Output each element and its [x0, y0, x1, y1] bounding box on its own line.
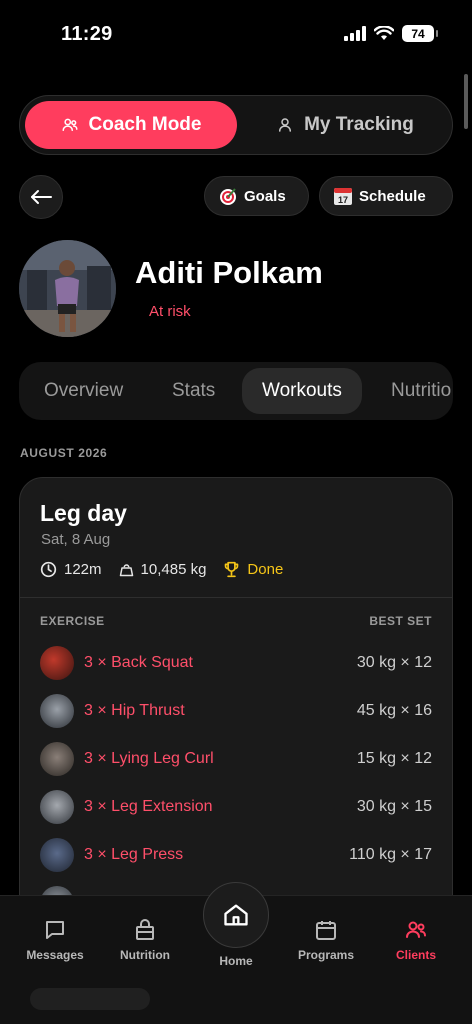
- clock-icon: [40, 561, 57, 578]
- my-tracking-label: My Tracking: [304, 114, 414, 135]
- exercise-best-set: 30 kg × 12: [356, 654, 432, 671]
- home-indicator: [30, 988, 150, 1010]
- exercise-name: 3 × Leg Press: [84, 846, 184, 863]
- message-icon: [46, 921, 64, 939]
- arrow-left-icon: [31, 190, 52, 204]
- mode-switch: Coach Mode My Tracking: [19, 95, 453, 155]
- exercise-row[interactable]: 3 × Hip Thrust 45 kg × 16: [40, 693, 432, 729]
- card-divider: [20, 597, 452, 598]
- bag-icon: [136, 919, 154, 940]
- profile-tabs: Overview Stats Workouts Nutritio: [19, 362, 453, 420]
- coach-mode-label: Coach Mode: [88, 114, 202, 135]
- schedule-button[interactable]: 17 Schedule: [319, 176, 453, 216]
- status-time: 11:29: [61, 23, 113, 45]
- column-header-exercise: EXERCISE: [40, 614, 105, 628]
- tab-overview[interactable]: Overview: [44, 368, 123, 414]
- exercise-row[interactable]: 3 × Back Squat 30 kg × 12: [40, 645, 432, 681]
- tab-workouts[interactable]: Workouts: [242, 368, 362, 414]
- schedule-label: Schedule: [359, 187, 426, 205]
- nav-home-label: Home: [219, 954, 253, 968]
- column-header-best-set: BEST SET: [369, 614, 432, 628]
- tab-stats[interactable]: Stats: [172, 368, 215, 414]
- exercise-thumbnail: [40, 742, 74, 776]
- goals-label: Goals: [244, 187, 286, 205]
- scroll-indicator[interactable]: [464, 74, 468, 129]
- exercise-thumbnail: [40, 694, 74, 728]
- exercise-name: 3 × Lying Leg Curl: [84, 750, 214, 767]
- svg-text:17: 17: [338, 195, 348, 205]
- nav-clients[interactable]: Clients: [371, 918, 461, 962]
- workout-date: Sat, 8 Aug: [41, 531, 111, 548]
- nav-home-button[interactable]: [203, 882, 269, 948]
- wifi-icon: [374, 26, 394, 40]
- back-button[interactable]: [19, 175, 63, 219]
- workout-stats: 122m 10,485 kg Done: [40, 561, 300, 578]
- exercise-row[interactable]: 3 × Lying Leg Curl 15 kg × 12: [40, 741, 432, 777]
- status-value: Done: [247, 561, 284, 578]
- home-icon: [224, 904, 248, 926]
- duration-value: 122m: [64, 561, 102, 578]
- client-status-badge: At risk: [149, 303, 191, 320]
- nav-nutrition-label: Nutrition: [120, 948, 170, 962]
- status-bar: 11:29 74: [0, 0, 472, 70]
- exercise-thumbnail: [40, 838, 74, 872]
- client-avatar: [19, 240, 116, 337]
- workout-volume: 10,485 kg: [119, 561, 207, 578]
- workout-status: Done: [223, 561, 283, 578]
- exercise-thumbnail: [40, 790, 74, 824]
- exercise-name: 3 × Hip Thrust: [84, 702, 185, 719]
- exercise-name: 3 × Leg Extension: [84, 798, 213, 815]
- nav-programs[interactable]: Programs: [281, 918, 371, 962]
- my-tracking-button[interactable]: My Tracking: [242, 101, 448, 149]
- coach-mode-button[interactable]: Coach Mode: [25, 101, 237, 149]
- status-icons: 74: [344, 25, 438, 42]
- exercise-best-set: 45 kg × 16: [356, 702, 432, 719]
- clients-icon: [406, 921, 426, 938]
- client-name: Aditi Polkam: [135, 255, 323, 290]
- bottom-nav: Messages Nutrition Home Programs Clients: [0, 882, 472, 1024]
- nav-messages[interactable]: Messages: [10, 918, 100, 962]
- exercise-best-set: 15 kg × 12: [356, 750, 432, 767]
- target-icon: [220, 188, 236, 205]
- exercise-row[interactable]: 3 × Leg Press 110 kg × 17: [40, 837, 432, 873]
- nav-programs-label: Programs: [297, 948, 355, 962]
- signal-icon: [344, 26, 366, 41]
- workout-duration: 122m: [40, 561, 102, 578]
- exercise-best-set: 30 kg × 15: [356, 798, 432, 815]
- exercise-thumbnail: [40, 646, 74, 680]
- weight-icon: [119, 564, 133, 577]
- goals-button[interactable]: Goals: [204, 176, 309, 216]
- client-photo: [19, 240, 116, 337]
- month-label: AUGUST 2026: [20, 446, 108, 460]
- user-icon: [279, 118, 292, 132]
- battery-indicator: 74: [402, 25, 438, 42]
- nav-messages-label: Messages: [26, 948, 84, 962]
- exercise-row[interactable]: 3 × Leg Extension 30 kg × 15: [40, 789, 432, 825]
- nav-clients-label: Clients: [395, 948, 436, 962]
- tab-nutrition[interactable]: Nutritio: [391, 368, 451, 414]
- workout-title: Leg day: [40, 500, 127, 526]
- users-icon: [62, 118, 78, 131]
- calendar-icon: 17: [334, 188, 352, 205]
- exercise-name: 3 × Back Squat: [84, 654, 193, 671]
- exercise-best-set: 110 kg × 17: [349, 846, 432, 863]
- volume-value: 10,485 kg: [140, 561, 207, 578]
- nav-nutrition[interactable]: Nutrition: [100, 918, 190, 962]
- calendar-grid-icon: [316, 921, 336, 940]
- trophy-icon: [225, 561, 239, 578]
